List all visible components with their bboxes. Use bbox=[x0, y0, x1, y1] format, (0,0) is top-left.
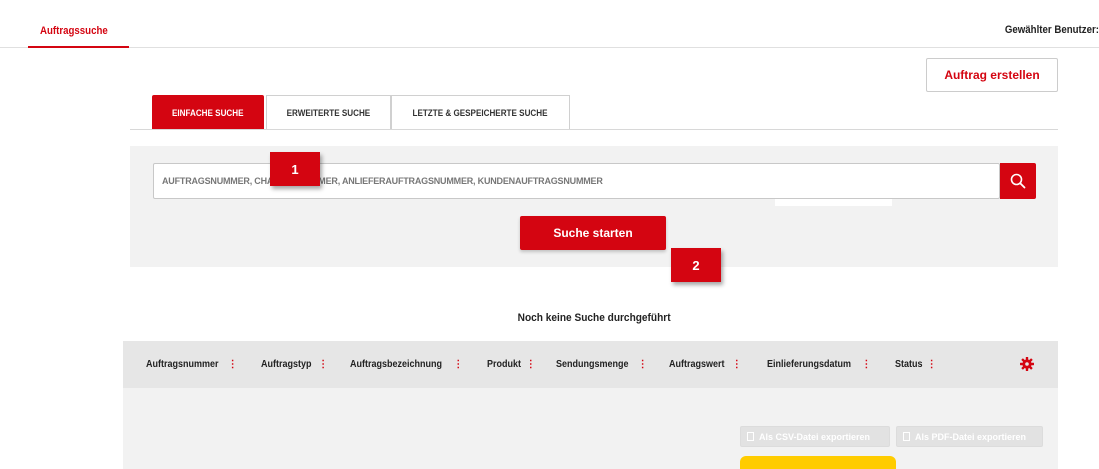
column-header-auftragsnummer[interactable]: Auftragsnummer ⋮ bbox=[146, 359, 238, 370]
empty-results-message: Noch keine Suche durchgeführt bbox=[0, 312, 1099, 324]
column-label: Auftragsbezeichnung bbox=[350, 359, 443, 370]
column-header-einlieferungsdatum[interactable]: Einlieferungsdatum ⋮ bbox=[767, 359, 871, 370]
tab-erweiterte-suche[interactable]: ERWEITERTE SUCHE bbox=[266, 95, 391, 129]
start-search-button[interactable]: Suche starten bbox=[520, 216, 666, 250]
sort-menu-icon[interactable]: ⋮ bbox=[861, 359, 871, 370]
create-order-button[interactable]: Auftrag erstellen bbox=[926, 58, 1058, 92]
step-marker-2: 2 bbox=[671, 248, 721, 282]
column-label: Auftragsnummer bbox=[146, 359, 219, 370]
selected-user-text: Gewählter Benutzer: bbox=[1004, 24, 1099, 36]
selected-user-label: Gewählter Benutzer: bbox=[992, 24, 1099, 36]
document-icon bbox=[903, 432, 910, 441]
top-navigation: Auftragssuche Gewählter Benutzer: bbox=[0, 0, 1099, 48]
sort-menu-icon[interactable]: ⋮ bbox=[453, 359, 463, 370]
column-label: Produkt bbox=[487, 359, 522, 370]
column-header-sendungsmenge[interactable]: Sendungsmenge ⋮ bbox=[556, 359, 648, 370]
tab-label: ERWEITERTE SUCHE bbox=[286, 107, 371, 118]
sort-menu-icon[interactable]: ⋮ bbox=[732, 359, 742, 370]
sort-menu-icon[interactable]: ⋮ bbox=[526, 359, 536, 370]
export-csv-label: Als CSV-Datei exportieren bbox=[759, 431, 871, 442]
empty-results-text: Noch keine Suche durchgeführt bbox=[517, 312, 671, 324]
column-header-auftragsbezeichnung[interactable]: Auftragsbezeichnung ⋮ bbox=[350, 359, 463, 370]
gear-icon[interactable] bbox=[1019, 356, 1035, 372]
export-csv-button[interactable]: Als CSV-Datei exportieren bbox=[740, 426, 890, 447]
overlay-patch bbox=[775, 199, 892, 206]
tab-label: EINFACHE SUCHE bbox=[172, 107, 244, 118]
search-icon bbox=[1010, 173, 1026, 189]
column-label: Auftragstyp bbox=[261, 359, 312, 370]
column-label: Status bbox=[895, 359, 923, 370]
column-label: Einlieferungsdatum bbox=[767, 359, 852, 370]
sort-menu-icon[interactable]: ⋮ bbox=[318, 359, 328, 370]
tab-einfache-suche[interactable]: EINFACHE SUCHE bbox=[152, 95, 264, 129]
sort-menu-icon[interactable]: ⋮ bbox=[927, 359, 937, 370]
tab-label: LETZTE & GESPEICHERTE SUCHE bbox=[412, 107, 549, 118]
column-header-auftragstyp[interactable]: Auftragstyp ⋮ bbox=[261, 359, 328, 370]
nav-tab-auftragssuche[interactable]: Auftragssuche bbox=[28, 20, 130, 48]
nav-tab-label: Auftragssuche bbox=[40, 25, 108, 37]
column-header-status[interactable]: Status ⋮ bbox=[895, 359, 937, 370]
column-header-auftragswert[interactable]: Auftragswert ⋮ bbox=[669, 359, 742, 370]
sort-menu-icon[interactable]: ⋮ bbox=[638, 359, 648, 370]
export-pdf-label: Als PDF-Datei exportieren bbox=[915, 431, 1027, 442]
column-label: Auftragswert bbox=[669, 359, 725, 370]
column-header-produkt[interactable]: Produkt ⋮ bbox=[487, 359, 536, 370]
export-pdf-button[interactable]: Als PDF-Datei exportieren bbox=[896, 426, 1043, 447]
results-table-body: Als CSV-Datei exportieren Als PDF-Datei … bbox=[123, 388, 1058, 469]
results-table-header: Auftragsnummer ⋮ Auftragstyp ⋮ Auftragsbez… bbox=[123, 341, 1058, 388]
feedback-tab[interactable] bbox=[740, 456, 896, 469]
step-marker-1: 1 bbox=[270, 152, 320, 186]
document-icon bbox=[747, 432, 754, 441]
column-label: Sendungsmenge bbox=[556, 359, 629, 370]
search-icon-button[interactable] bbox=[1000, 163, 1036, 199]
sort-menu-icon[interactable]: ⋮ bbox=[228, 359, 238, 370]
tabs-divider bbox=[130, 129, 1058, 130]
tab-letzte-gespeicherte-suche[interactable]: LETZTE & GESPEICHERTE SUCHE bbox=[391, 95, 570, 129]
